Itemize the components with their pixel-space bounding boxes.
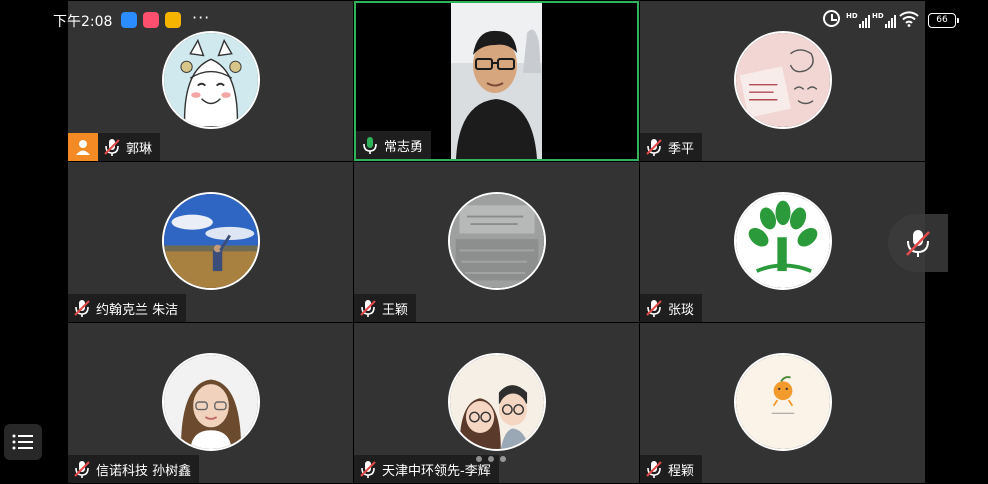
participant-tile[interactable]: 张琰	[640, 162, 925, 322]
participant-avatar	[733, 31, 832, 129]
participant-name-tag: 常志勇	[356, 131, 432, 159]
participant-name-tag: 约翰克兰 朱洁	[68, 294, 187, 322]
host-badge-icon	[68, 133, 98, 161]
participant-name: 约翰克兰 朱洁	[96, 302, 179, 318]
participant-avatar	[447, 353, 546, 451]
app-notification-icon	[165, 12, 181, 28]
participant-name: 张琰	[668, 302, 695, 318]
mic-muted-icon	[104, 139, 120, 156]
participant-avatar	[161, 31, 260, 129]
mic-muted-icon	[74, 300, 90, 317]
participant-name: 天津中环领先-李辉	[382, 463, 491, 479]
mic-muted-icon	[360, 461, 376, 478]
mic-muted-icon	[360, 300, 376, 317]
mic-active-icon	[363, 137, 377, 154]
page-dot[interactable]	[476, 456, 482, 462]
page-dot[interactable]	[500, 456, 506, 462]
participant-avatar	[447, 192, 546, 290]
participant-name-tag: 季平	[640, 133, 703, 161]
app-notification-icon	[121, 12, 137, 28]
participant-name: 季平	[668, 141, 695, 157]
mic-muted-icon	[646, 139, 662, 156]
more-notifications-icon: ···	[192, 8, 211, 27]
alarm-icon	[823, 10, 840, 27]
participant-name: 王颖	[382, 302, 409, 318]
participant-name-tag: 郭琳	[98, 133, 161, 161]
signal-icon: HD	[872, 12, 896, 28]
battery-icon: 66	[928, 13, 959, 28]
participant-name: 程颖	[668, 463, 695, 479]
participant-avatar	[161, 192, 260, 290]
participant-tile[interactable]: 约翰克兰 朱洁	[68, 162, 353, 322]
participant-name-tag: 王颖	[354, 294, 417, 322]
status-time: 下午2:08	[53, 14, 113, 30]
participant-tile[interactable]: 程颖	[640, 323, 925, 483]
participant-tile[interactable]: 王颖	[354, 162, 639, 322]
participant-name-tag: 张琰	[640, 294, 703, 322]
mic-muted-icon	[74, 461, 90, 478]
mic-muted-icon	[646, 461, 662, 478]
self-mute-toggle-button[interactable]	[888, 214, 948, 272]
participant-grid: 郭琳 常志勇 季平 约翰克兰 朱洁 王颖 张琰 信诺科技 孙树鑫 天津中环领先-…	[68, 1, 925, 484]
status-bar: 下午2:08 ··· HD HD 66	[0, 0, 988, 40]
mic-muted-icon	[906, 230, 930, 257]
list-menu-icon	[12, 434, 33, 450]
page-indicator[interactable]	[476, 456, 506, 462]
participant-name: 郭琳	[126, 141, 153, 157]
app-notification-icon	[143, 12, 159, 28]
mic-muted-icon	[646, 300, 662, 317]
participant-avatar	[733, 353, 832, 451]
participant-name-tag: 信诺科技 孙树鑫	[68, 455, 200, 483]
participant-tile[interactable]: 信诺科技 孙树鑫	[68, 323, 353, 483]
participant-name-tag: 程颖	[640, 455, 703, 483]
menu-button[interactable]	[4, 424, 42, 460]
participant-name: 信诺科技 孙树鑫	[96, 463, 192, 479]
signal-icon: HD	[846, 12, 870, 28]
participant-avatar	[161, 353, 260, 451]
page-dot[interactable]	[488, 456, 494, 462]
participant-name: 常志勇	[384, 139, 424, 155]
participant-avatar	[733, 192, 832, 290]
wifi-icon	[899, 11, 919, 27]
